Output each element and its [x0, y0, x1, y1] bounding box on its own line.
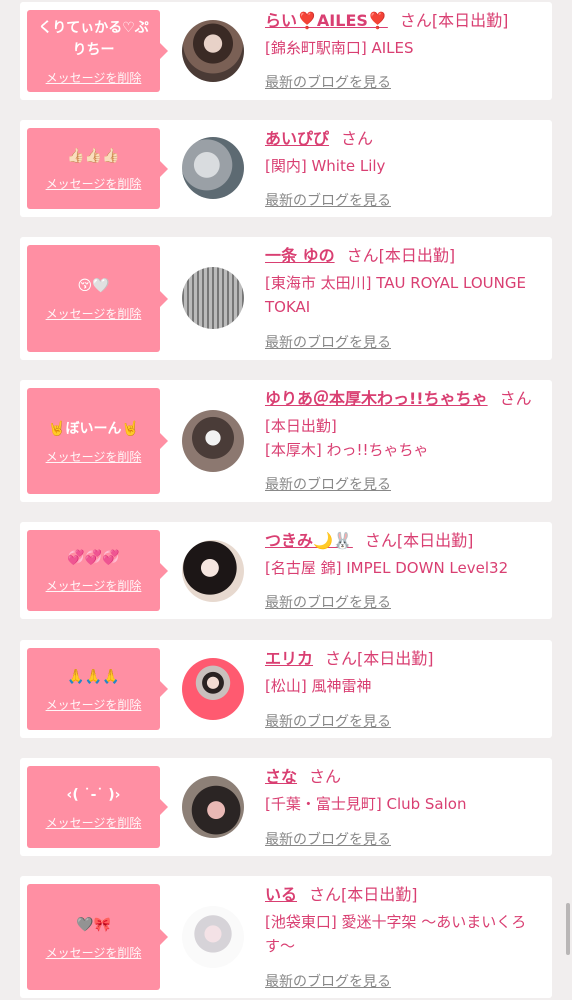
delete-message-link[interactable]: メッセージを削除 [33, 577, 154, 594]
message-text: くりてぃかる♡ぷりちー [38, 19, 149, 58]
list-item: 😚🤍 メッセージを削除 一条 ゆの さん[本日出勤] [東海市 太田川] TAU … [20, 237, 552, 360]
shop-info: [関内] White Lily [265, 157, 386, 175]
message-bubble: 👍🏻👍🏻👍🏻 メッセージを削除 [27, 128, 168, 209]
message-bubble: 🙏🙏🙏 メッセージを削除 [27, 648, 168, 730]
shop-info: [錦糸町駅南口] AILES [265, 39, 414, 57]
shop-info: [東海市 太田川] TAU ROYAL LOUNGE [265, 274, 526, 292]
honorific: さん [364, 531, 397, 550]
cast-name-link[interactable]: つきみ🌙🐰 [265, 531, 353, 550]
today-badge-line: [本日出勤] [265, 417, 337, 435]
latest-blog-link[interactable]: 最新のブログを見る [265, 971, 391, 991]
latest-blog-link[interactable]: 最新のブログを見る [265, 332, 391, 352]
list-item: 🤘ぼいーん🤘 メッセージを削除 ゆりあ＠本厚木わっ!!ちゃちゃ さん [本日出勤]… [20, 380, 552, 502]
message-text: 😚🤍 [77, 278, 110, 294]
message-text: 🤘ぼいーん🤘 [48, 420, 139, 437]
shop-info: [千葉・富士見町] Club Salon [265, 795, 467, 813]
delete-message-link[interactable]: メッセージを削除 [33, 305, 154, 322]
avatar[interactable] [182, 658, 244, 720]
message-bubble: 😚🤍 メッセージを削除 [27, 245, 168, 352]
cast-name-link[interactable]: いる [265, 885, 297, 904]
list-item: 🩶🎀 メッセージを削除 いる さん[本日出勤] [池袋東口] 愛迷十字架 〜あいま… [20, 876, 552, 998]
shop-info: [松山] 風神雷神 [265, 677, 372, 695]
delete-message-link[interactable]: メッセージを削除 [33, 448, 154, 465]
latest-blog-link[interactable]: 最新のブログを見る [265, 72, 391, 92]
honorific: さん [341, 129, 374, 148]
delete-message-link[interactable]: メッセージを削除 [33, 175, 154, 192]
cast-name-link[interactable]: あいぴぴ [265, 129, 329, 148]
message-bubble: ‹( ˙-˙ )› メッセージを削除 [27, 766, 168, 848]
delete-message-link[interactable]: メッセージを削除 [33, 944, 154, 961]
cast-name-link[interactable]: 一条 ゆの [265, 246, 335, 265]
shop-info-cont: す〜 [265, 937, 296, 955]
honorific: さん [399, 11, 432, 30]
scrollbar[interactable] [566, 903, 570, 955]
delete-message-link[interactable]: メッセージを削除 [33, 814, 154, 831]
cast-name-link[interactable]: さな [265, 767, 297, 786]
list-item: ‹( ˙-˙ )› メッセージを削除 さな さん [千葉・富士見町] Club S… [20, 758, 552, 856]
shop-info: [本厚木] わっ!!ちゃちゃ [265, 441, 429, 459]
latest-blog-link[interactable]: 最新のブログを見る [265, 711, 391, 731]
honorific: さん [309, 885, 342, 904]
message-bubble: 🤘ぼいーん🤘 メッセージを削除 [27, 388, 168, 494]
list-item: 🙏🙏🙏 メッセージを削除 エリカ さん[本日出勤] [松山] 風神雷神 最新のブロ… [20, 640, 552, 738]
message-text: 💞💞💞 [67, 550, 120, 566]
message-text: 🩶🎀 [76, 916, 111, 933]
list-item: くりてぃかる♡ぷりちー メッセージを削除 らい❣️AILES❣️ さん[本日出勤]… [20, 2, 552, 100]
cast-name-link[interactable]: ゆりあ＠本厚木わっ!!ちゃちゃ [265, 389, 488, 408]
message-text: ‹( ˙-˙ )› [66, 786, 121, 803]
shop-info: [池袋東口] 愛迷十字架 〜あいまいくろ [265, 913, 527, 931]
message-bubble: 💞💞💞 メッセージを削除 [27, 530, 168, 611]
avatar[interactable] [182, 776, 244, 838]
latest-blog-link[interactable]: 最新のブログを見る [265, 829, 391, 849]
delete-message-link[interactable]: メッセージを削除 [33, 69, 154, 86]
latest-blog-link[interactable]: 最新のブログを見る [265, 190, 391, 210]
shop-info: [名古屋 錦] IMPEL DOWN Level32 [265, 559, 509, 577]
avatar[interactable] [182, 540, 244, 602]
avatar[interactable] [182, 20, 244, 82]
today-badge: [本日出勤] [341, 885, 418, 904]
today-badge: [本日出勤] [396, 531, 474, 550]
today-badge: [本日出勤] [431, 11, 509, 30]
shop-info-cont: TOKAI [265, 298, 311, 316]
delete-message-link[interactable]: メッセージを削除 [33, 696, 154, 713]
honorific: さん [346, 246, 379, 265]
message-text: 👍🏻👍🏻👍🏻 [67, 148, 120, 164]
message-bubble: 🩶🎀 メッセージを削除 [27, 884, 168, 990]
cast-name-link[interactable]: らい❣️AILES❣️ [265, 11, 388, 30]
today-badge: [本日出勤] [378, 246, 456, 265]
honorific: さん [499, 389, 532, 408]
cast-name-link[interactable]: エリカ [265, 649, 313, 668]
avatar[interactable] [182, 267, 244, 329]
avatar[interactable] [182, 410, 244, 472]
list-item: 👍🏻👍🏻👍🏻 メッセージを削除 あいぴぴ さん [関内] White Lily 最… [20, 120, 552, 217]
message-bubble: くりてぃかる♡ぷりちー メッセージを削除 [27, 10, 168, 92]
avatar[interactable] [182, 137, 244, 199]
list-item: 💞💞💞 メッセージを削除 つきみ🌙🐰 さん[本日出勤] [名古屋 錦] IMPEL… [20, 522, 552, 619]
latest-blog-link[interactable]: 最新のブログを見る [265, 592, 391, 612]
honorific: さん [309, 767, 342, 786]
message-text: 🙏🙏🙏 [67, 668, 120, 685]
latest-blog-link[interactable]: 最新のブログを見る [265, 474, 391, 494]
today-badge: [本日出勤] [357, 649, 434, 668]
honorific: さん [325, 649, 358, 668]
avatar[interactable] [182, 906, 244, 968]
